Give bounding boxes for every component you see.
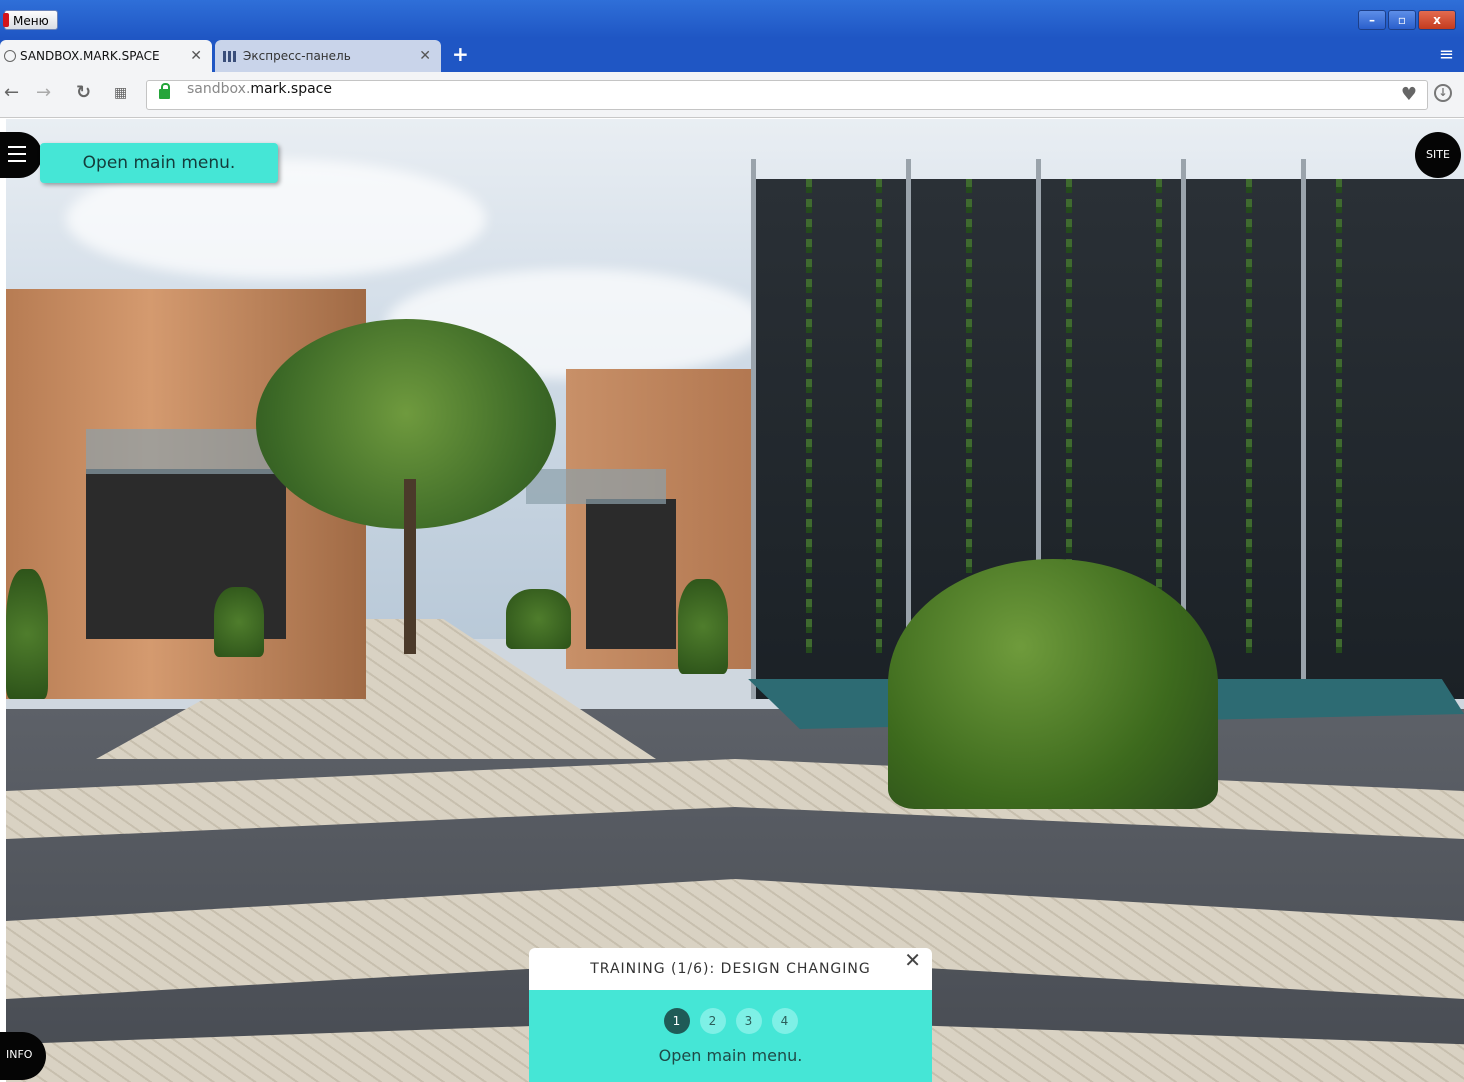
tab-sandbox[interactable]: SANDBOX.MARK.SPACE ✕ bbox=[0, 40, 212, 72]
tab-close-icon[interactable]: ✕ bbox=[419, 40, 431, 72]
site-favicon-icon bbox=[4, 50, 16, 62]
window-controls: – ▫ x bbox=[1358, 10, 1456, 30]
new-tab-button[interactable]: + bbox=[452, 42, 469, 66]
browser-menu-button[interactable]: Меню bbox=[3, 10, 58, 30]
step-dot-2[interactable]: 2 bbox=[699, 1008, 726, 1034]
tab-close-icon[interactable]: ✕ bbox=[190, 40, 202, 72]
close-icon[interactable]: ✕ bbox=[904, 948, 922, 972]
tab-express-panel[interactable]: Экспресс-панель ✕ bbox=[215, 40, 441, 72]
hedge bbox=[214, 587, 264, 657]
lock-icon bbox=[159, 83, 170, 99]
step-dot-3[interactable]: 3 bbox=[735, 1008, 762, 1034]
download-icon[interactable]: ↓ bbox=[1434, 84, 1452, 102]
reload-icon[interactable]: ↻ bbox=[76, 82, 91, 103]
training-instruction: Open main menu. bbox=[658, 1046, 803, 1065]
info-button[interactable]: INFO bbox=[0, 1032, 46, 1080]
training-panel: TRAINING (1/6): DESIGN CHANGING ✕ 1 2 3 … bbox=[529, 948, 932, 1082]
training-body: 1 2 3 4 Open main menu. bbox=[529, 990, 932, 1082]
training-header: TRAINING (1/6): DESIGN CHANGING ✕ bbox=[529, 948, 932, 990]
hedge bbox=[6, 569, 48, 699]
tab-title: SANDBOX.MARK.SPACE bbox=[20, 49, 160, 63]
heart-icon[interactable]: ♥ bbox=[1401, 84, 1417, 105]
speed-dial-favicon-icon bbox=[223, 51, 237, 62]
dome-bush bbox=[888, 559, 1218, 809]
window-close-button[interactable]: x bbox=[1418, 10, 1456, 30]
speed-dial-icon[interactable]: ▦ bbox=[114, 85, 127, 101]
tab-strip: SANDBOX.MARK.SPACE ✕ Экспресс-панель ✕ +… bbox=[0, 38, 1464, 72]
minimize-button[interactable]: – bbox=[1358, 10, 1386, 30]
back-icon[interactable]: ← bbox=[4, 82, 19, 103]
url-text[interactable]: sandbox.mark.space bbox=[187, 81, 332, 97]
step-dot-1[interactable]: 1 bbox=[663, 1008, 690, 1034]
navigation-bar: ← → ↻ ▦ sandbox.mark.space ♥ ↓ bbox=[0, 72, 1464, 118]
opera-logo-icon bbox=[3, 13, 9, 27]
tab-title: Экспресс-панель bbox=[243, 49, 351, 63]
tab-menu-icon[interactable]: ≡ bbox=[1439, 44, 1454, 65]
step-dot-4[interactable]: 4 bbox=[771, 1008, 798, 1034]
panorama-viewport[interactable] bbox=[6, 119, 1464, 1082]
menu-tooltip: Open main menu. bbox=[40, 143, 278, 183]
window-titlebar: Меню – ▫ x bbox=[0, 0, 1464, 38]
hedge bbox=[506, 589, 571, 649]
browser-menu-label: Меню bbox=[13, 14, 49, 28]
address-bar[interactable]: sandbox.mark.space ♥ bbox=[146, 80, 1428, 110]
hedge bbox=[678, 579, 728, 674]
tree-trunk bbox=[404, 479, 416, 654]
training-steps: 1 2 3 4 bbox=[529, 990, 932, 1034]
maximize-button[interactable]: ▫ bbox=[1388, 10, 1416, 30]
training-title: TRAINING (1/6): DESIGN CHANGING bbox=[590, 961, 871, 977]
forward-icon[interactable]: → bbox=[36, 82, 51, 103]
site-button[interactable]: SITE bbox=[1415, 132, 1461, 178]
